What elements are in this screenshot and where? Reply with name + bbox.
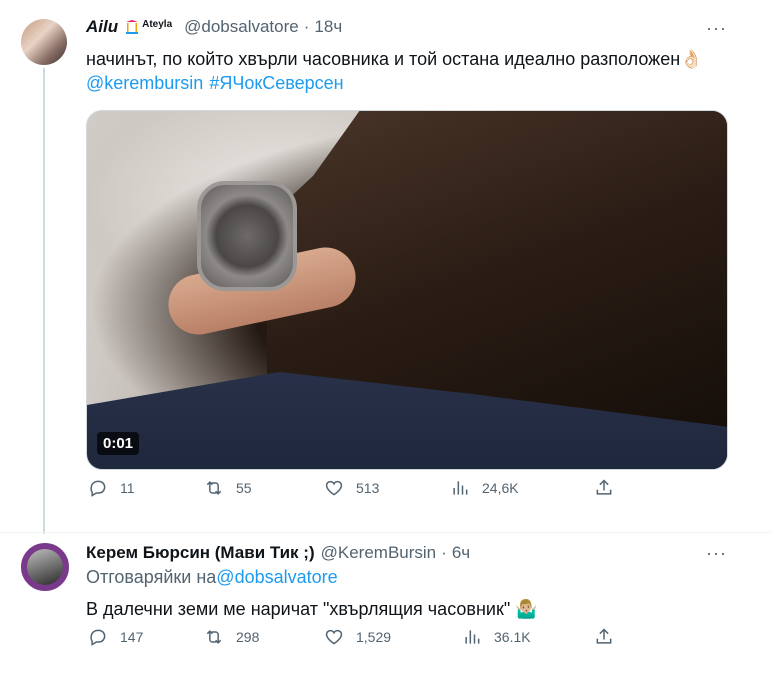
video-player[interactable]: 0:01 [86, 110, 728, 470]
reply-prefix: Отговаряйки на [86, 567, 217, 587]
tweet-text: начинът, по който хвърли часовника и той… [86, 49, 703, 69]
retweet-count: 55 [236, 480, 252, 496]
tweet-header: Керем Бюрсин (Мави Тик ;) @KeremBursin ·… [86, 543, 470, 563]
retweet-count: 298 [236, 629, 260, 645]
like-button[interactable]: 513 [324, 478, 379, 498]
tweet-header: Ailu Ateyla @dobsalvatore · 18ч [86, 17, 342, 37]
share-icon [596, 628, 612, 644]
reply-count: 147 [120, 629, 144, 645]
reply-context: Отговаряйки на@dobsalvatore [86, 567, 338, 588]
author-handle[interactable]: @KeremBursin [321, 543, 437, 563]
share-button[interactable] [594, 627, 614, 647]
views-count: 36.1K [494, 629, 531, 645]
like-count: 1,529 [356, 629, 392, 645]
reply-button[interactable]: 147 [88, 627, 143, 647]
author-name[interactable]: Ailu [86, 17, 118, 37]
avatar[interactable] [21, 19, 67, 65]
retweet-button[interactable]: 55 [204, 478, 252, 498]
share-button[interactable] [594, 478, 614, 498]
author-name[interactable]: Керем Бюрсин (Мави Тик ;) [86, 543, 315, 563]
retweet-icon [206, 630, 222, 644]
reply-icon [90, 480, 106, 497]
mention-link[interactable]: @kerembursin [86, 73, 203, 93]
video-duration: 0:01 [97, 432, 140, 455]
hashtag-link[interactable]: #ЯЧокСеверсен [209, 73, 343, 93]
like-icon [325, 629, 343, 645]
reply-count: 11 [120, 480, 135, 496]
share-icon [596, 479, 612, 495]
separator-dot: · [441, 543, 447, 562]
carousel-icon [126, 20, 139, 34]
avatar[interactable] [21, 543, 69, 591]
badge-label: Ateyla [142, 19, 173, 30]
retweet-icon [206, 481, 222, 495]
separator-dot: · [303, 17, 310, 36]
timestamp[interactable]: 18ч [314, 17, 342, 37]
views-count: 24,6K [482, 480, 519, 496]
author-handle[interactable]: @dobsalvatore [184, 17, 299, 37]
tweet[interactable]: Ailu Ateyla @dobsalvatore · 18ч ··· начи… [0, 0, 771, 530]
more-icon[interactable]: ··· [706, 543, 726, 563]
profile-badge: Ateyla [124, 19, 172, 35]
like-icon [325, 480, 343, 496]
like-button[interactable]: 1,529 [324, 627, 391, 647]
retweet-button[interactable]: 298 [204, 627, 259, 647]
reply-to-link[interactable]: @dobsalvatore [216, 567, 337, 587]
tweet-text: В далечни земи ме наричат "хвърлящия час… [86, 599, 538, 619]
views-icon [465, 630, 480, 644]
views-button[interactable]: 24,6K [450, 478, 519, 498]
views-icon [453, 481, 468, 495]
video-frame-watch [197, 181, 297, 291]
reply-icon [90, 629, 106, 646]
views-button[interactable]: 36.1K [462, 627, 531, 647]
reply-button[interactable]: 11 [88, 478, 135, 498]
like-count: 513 [356, 480, 380, 496]
timestamp[interactable]: 6ч [452, 543, 470, 563]
tweet-divider [0, 532, 771, 533]
tweet-links: @kerembursin #ЯЧокСеверсен [86, 70, 344, 96]
more-icon[interactable]: ··· [706, 18, 726, 38]
